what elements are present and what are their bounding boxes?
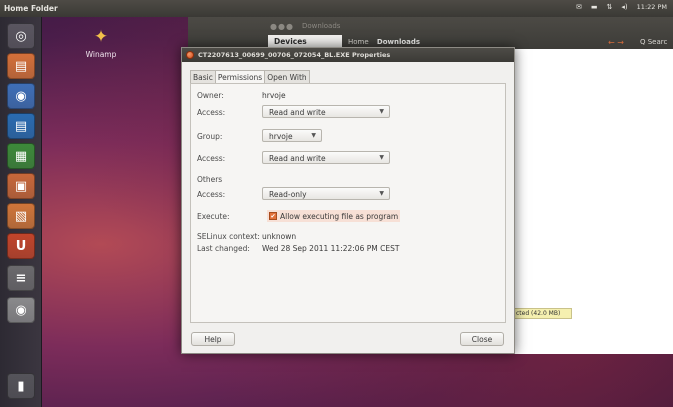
- tab-bar: Basic Permissions Open With: [190, 70, 310, 84]
- active-window-title: Home Folder: [4, 4, 58, 13]
- others-access-value: Read-only: [269, 190, 307, 199]
- home-folder-icon[interactable]: ▤: [7, 53, 35, 79]
- group-access-value: Read and write: [269, 154, 326, 163]
- others-label: Others: [197, 175, 223, 184]
- group-value: hrvoje: [269, 132, 293, 141]
- breadcrumb-home[interactable]: Home: [348, 38, 369, 46]
- calc-icon[interactable]: ▦: [7, 143, 35, 169]
- top-panel: Home Folder ✉ ▬ ⇅ ◂) 11:22 PM: [0, 0, 673, 17]
- status-tooltip: cted (42.0 MB): [512, 308, 572, 319]
- nav-arrows-icon[interactable]: ← →: [608, 38, 624, 47]
- winamp-icon[interactable]: ✦: [84, 27, 118, 47]
- last-changed-label: Last changed:: [197, 244, 250, 253]
- impress-icon[interactable]: ▣: [7, 173, 35, 199]
- chevron-down-icon: ▼: [379, 154, 384, 161]
- clock[interactable]: 11:22 PM: [637, 3, 667, 11]
- execute-checkbox-label[interactable]: Allow executing file as program: [280, 212, 398, 221]
- breadcrumb-downloads[interactable]: Downloads: [377, 38, 420, 46]
- group-access-combo[interactable]: Read and write ▼: [262, 151, 390, 164]
- owner-access-combo[interactable]: Read and write ▼: [262, 105, 390, 118]
- chevron-down-icon: ▼: [311, 132, 316, 139]
- desktop-icon-label[interactable]: Winamp: [66, 50, 136, 59]
- group-access-label: Access:: [197, 154, 226, 163]
- permissions-panel: Owner: hrvoje Access: Read and write ▼ G…: [190, 83, 506, 323]
- network-icon[interactable]: ⇅: [607, 3, 613, 11]
- chevron-down-icon: ▼: [379, 108, 384, 115]
- help-button[interactable]: Help: [191, 332, 235, 346]
- others-access-label: Access:: [197, 190, 226, 199]
- tab-open-with[interactable]: Open With: [264, 70, 310, 84]
- selinux-label: SELinux context:: [197, 232, 260, 241]
- software-center-icon[interactable]: ▧: [7, 203, 35, 229]
- execute-checkbox[interactable]: ✔: [269, 212, 277, 220]
- group-combo[interactable]: hrvoje ▼: [262, 129, 322, 142]
- volume-icon[interactable]: ◂): [621, 3, 627, 11]
- launcher: ◎ ▤ ◉ ▤ ▦ ▣ ▧ U ≡ ◉ ▮: [0, 17, 42, 407]
- writer-icon[interactable]: ▤: [7, 113, 35, 139]
- trash-icon[interactable]: ▮: [7, 373, 35, 399]
- system-tray: ✉ ▬ ⇅ ◂) 11:22 PM: [576, 3, 667, 11]
- owner-access-value: Read and write: [269, 108, 326, 117]
- selinux-value: unknown: [262, 232, 297, 241]
- battery-icon[interactable]: ▬: [591, 3, 598, 11]
- dialog-title: CT2207613_00699_00706_072054_BL.EXE Prop…: [198, 51, 391, 59]
- firefox-icon[interactable]: ◉: [7, 83, 35, 109]
- mail-icon[interactable]: ✉: [576, 3, 582, 11]
- tab-basic[interactable]: Basic: [190, 70, 216, 84]
- file-manager-title: Downloads: [302, 22, 341, 30]
- last-changed-value: Wed 28 Sep 2011 11:22:06 PM CEST: [262, 244, 400, 253]
- dash-icon[interactable]: ◎: [7, 23, 35, 49]
- ubuntu-one-icon[interactable]: U: [7, 233, 35, 259]
- close-button[interactable]: Close: [460, 332, 504, 346]
- settings-icon[interactable]: ≡: [7, 265, 35, 291]
- owner-label: Owner:: [197, 91, 224, 100]
- group-label: Group:: [197, 132, 223, 141]
- search-button[interactable]: Q Searc: [640, 38, 667, 46]
- execute-checkbox-row[interactable]: ✔ Allow executing file as program: [267, 210, 401, 222]
- owner-value: hrvoje: [262, 91, 286, 100]
- close-icon[interactable]: [186, 51, 194, 59]
- execute-label: Execute:: [197, 212, 230, 221]
- owner-access-label: Access:: [197, 108, 226, 117]
- properties-dialog: CT2207613_00699_00706_072054_BL.EXE Prop…: [181, 47, 515, 354]
- window-buttons[interactable]: ●●●: [270, 22, 294, 31]
- dialog-titlebar: CT2207613_00699_00706_072054_BL.EXE Prop…: [182, 48, 514, 62]
- file-manager-toolbar: [188, 17, 673, 49]
- breadcrumb: Home Downloads: [348, 38, 420, 46]
- tab-permissions[interactable]: Permissions: [214, 70, 266, 84]
- others-access-combo[interactable]: Read-only ▼: [262, 187, 390, 200]
- chevron-down-icon: ▼: [379, 190, 384, 197]
- disc-icon[interactable]: ◉: [7, 297, 35, 323]
